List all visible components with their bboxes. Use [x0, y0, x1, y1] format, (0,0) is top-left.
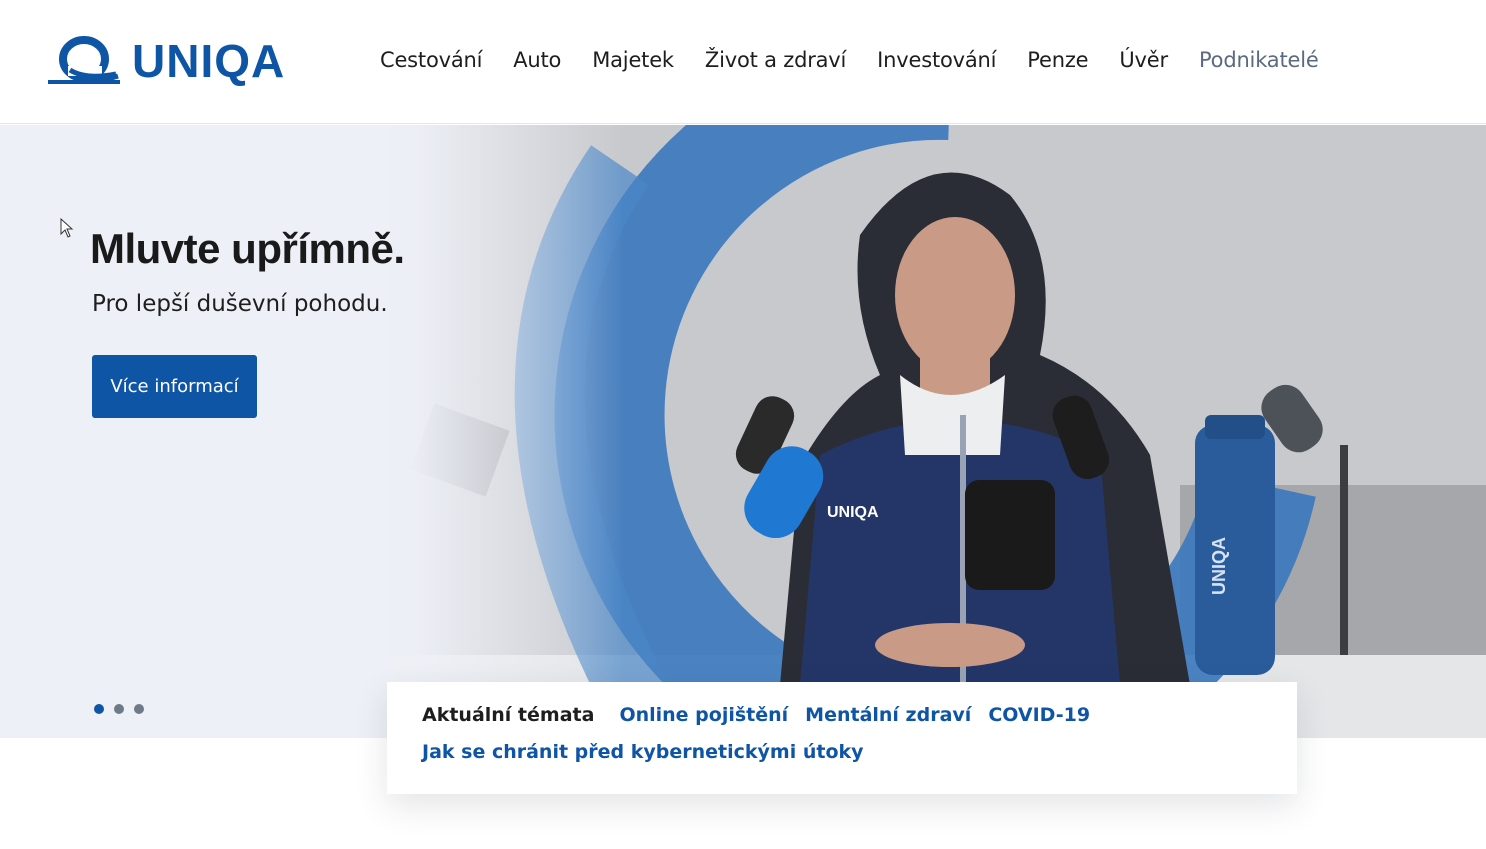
jacket-logo: UNIQA — [827, 504, 879, 521]
site-header: UNIQA Cestování Auto Majetek Život a zdr… — [0, 0, 1486, 124]
nav-item-investovani[interactable]: Investování — [877, 48, 996, 72]
nav-item-uver[interactable]: Úvěr — [1119, 48, 1168, 72]
current-topics-panel: Aktuální témata Online pojištění Mentáln… — [387, 682, 1297, 794]
nav-item-podnikatele[interactable]: Podnikatelé — [1199, 48, 1319, 72]
bottle-logo: UNIQA — [1209, 537, 1229, 595]
nav-item-auto[interactable]: Auto — [513, 48, 561, 72]
hero-copy: Mluvte upřímně. Pro lepší duševní pohodu… — [90, 225, 405, 317]
topic-link-covid-19[interactable]: COVID-19 — [988, 704, 1090, 726]
logo-wordmark: UNIQA — [132, 35, 286, 87]
carousel-dot-3[interactable] — [134, 704, 144, 714]
carousel-dot-1[interactable] — [94, 704, 104, 714]
uniqa-logo-icon — [48, 36, 120, 84]
topic-link-mentalni-zdravi[interactable]: Mentální zdraví — [805, 704, 971, 726]
topic-link-online-pojisteni[interactable]: Online pojištění — [619, 704, 788, 726]
hero-subtitle: Pro lepší duševní pohodu. — [92, 291, 388, 317]
current-topics-label: Aktuální témata — [422, 704, 595, 726]
nav-item-penze[interactable]: Penze — [1027, 48, 1088, 72]
nav-item-zivot-a-zdravi[interactable]: Život a zdraví — [705, 48, 846, 72]
nav-item-cestovani[interactable]: Cestování — [380, 48, 482, 72]
nav-item-majetek[interactable]: Majetek — [592, 48, 674, 72]
hero-banner: UNIQA UNIQA Mluvte upřímně. Pro lepší du… — [0, 125, 1486, 738]
more-info-button[interactable]: Více informací — [92, 355, 257, 418]
uniqa-logo[interactable]: UNIQA — [46, 36, 285, 86]
hero-image: UNIQA UNIQA — [0, 125, 1486, 738]
mouse-cursor-icon — [60, 217, 74, 243]
carousel-dots — [94, 704, 144, 714]
topic-link-kyberneticke-utoky[interactable]: Jak se chránit před kybernetickými útoky — [422, 741, 864, 763]
main-nav: Cestování Auto Majetek Život a zdraví In… — [380, 48, 1350, 72]
carousel-dot-2[interactable] — [114, 704, 124, 714]
hero-title: Mluvte upřímně. — [90, 225, 405, 272]
